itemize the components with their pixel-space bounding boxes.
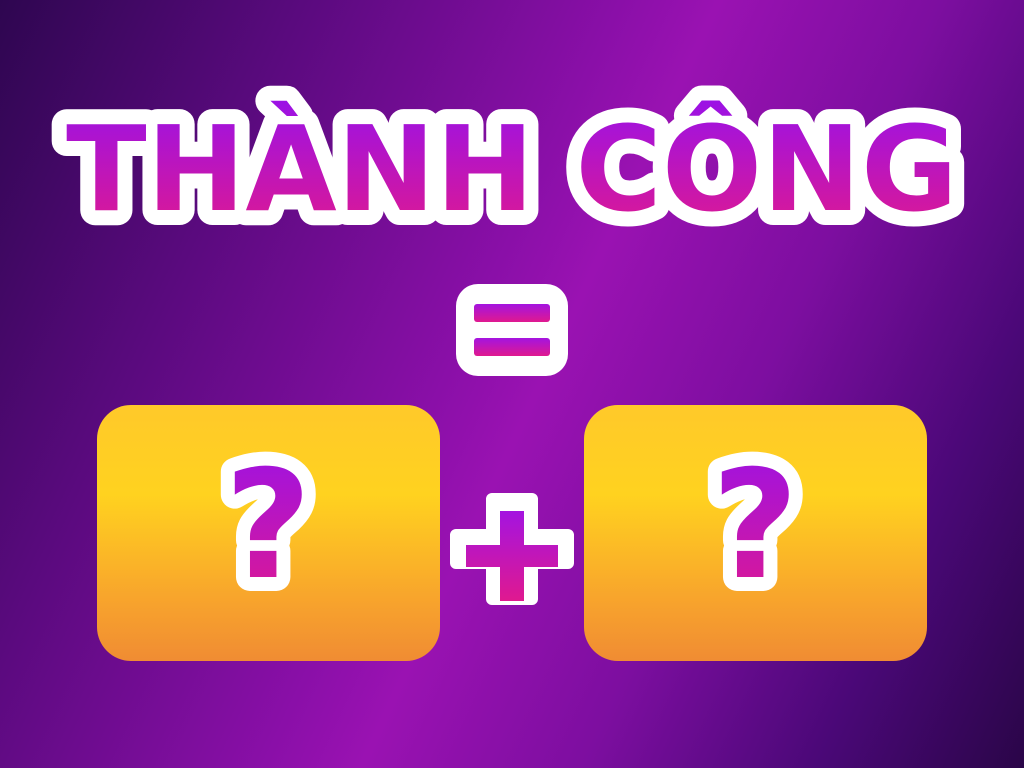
equals-sign (456, 284, 568, 376)
unknown-card-left: ? ? (97, 405, 440, 661)
question-text-left: ? (224, 439, 311, 613)
headline-graphic: THÀNH CÔNG THÀNH CÔNG (51, 85, 973, 253)
question-text-right: ? (711, 439, 798, 613)
question-mark-left: ? ? (210, 425, 325, 627)
unknown-card-right: ? ? (584, 405, 927, 661)
question-mark-right: ? ? (697, 425, 812, 627)
graphic-canvas: THÀNH CÔNG THÀNH CÔNG ? ? ? ? (0, 0, 1024, 768)
headline-text: THÀNH CÔNG (66, 100, 958, 238)
plus-sign (450, 493, 574, 605)
